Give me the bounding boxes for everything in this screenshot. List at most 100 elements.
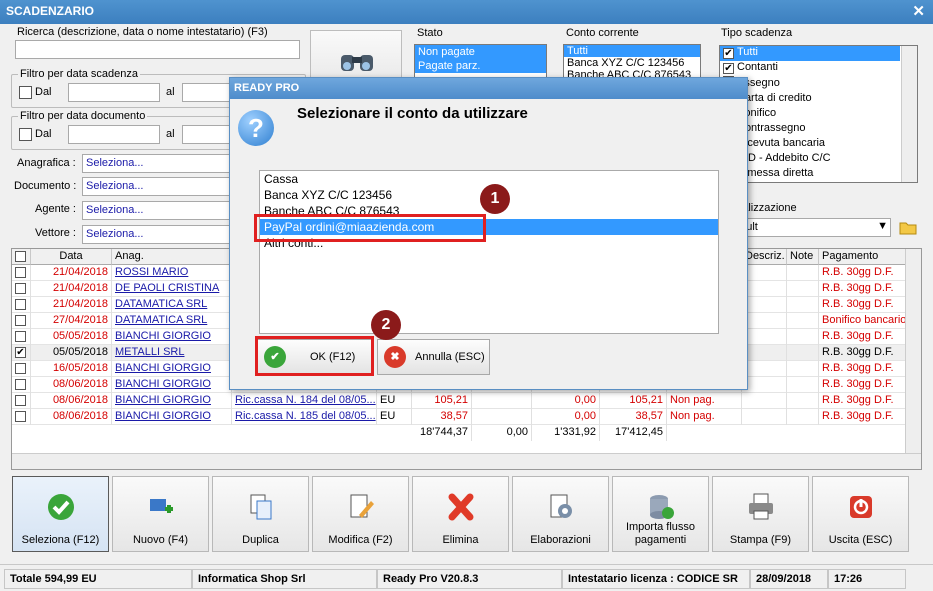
toolbar-button-printer[interactable]: Stampa (F9) — [712, 476, 809, 552]
close-icon[interactable]: ✕ — [912, 2, 925, 20]
duplicate-icon — [245, 491, 277, 526]
toolbar-button-label: Nuovo (F4) — [132, 534, 189, 546]
total-cell: 0,00 — [472, 425, 532, 441]
row-checkbox[interactable] — [15, 411, 26, 422]
documento-dal-input[interactable] — [68, 125, 160, 144]
table-cell: R.B. 30gg D.F. — [819, 265, 907, 281]
row-checkbox[interactable] — [15, 363, 26, 374]
grid-header-cell[interactable]: Anag. — [112, 249, 232, 265]
agente-combo[interactable]: Seleziona... — [82, 201, 232, 220]
filtro-scadenza-checkbox[interactable] — [19, 86, 32, 99]
grid-header-cell[interactable]: Pagamento — [819, 249, 907, 265]
tipo-checkbox[interactable]: ✔ — [723, 63, 734, 74]
table-cell — [12, 265, 31, 281]
stato-item[interactable]: Pagate parz. — [415, 59, 546, 73]
table-cell: R.B. 30gg D.F. — [819, 345, 907, 361]
scadenza-dal-input[interactable] — [68, 83, 160, 102]
conto-list[interactable]: Tutti Banca XYZ C/C 123456 Banche ABC C/… — [563, 44, 701, 78]
tipo-list[interactable]: ✔ Tutti ✔ Contanti Assegno Carta di credito Bo… — [719, 45, 918, 183]
status-totale: Totale 594,99 EU — [4, 569, 192, 589]
stato-list[interactable]: Non pagate Pagate parz. — [414, 44, 547, 78]
table-row[interactable]: 08/06/2018 BIANCHI GIORGIO Ric.cassa N. 18… — [12, 409, 907, 425]
toolbar-button-exit[interactable]: Uscita (ESC) — [812, 476, 909, 552]
tipo-item-label: Carta di credito — [737, 92, 812, 104]
tipo-checkbox[interactable]: ✔ — [723, 48, 734, 59]
filtro-scadenza-dal: Dal — [35, 86, 52, 98]
table-cell: METALLI SRL — [112, 345, 232, 361]
stato-title: Stato — [417, 27, 443, 39]
search-input[interactable] — [15, 40, 300, 59]
vettore-combo[interactable]: Seleziona... — [82, 225, 232, 244]
documento-combo[interactable]: Seleziona... — [82, 177, 232, 196]
select-all-checkbox[interactable] — [15, 251, 26, 262]
table-cell: DATAMATICA SRL — [112, 297, 232, 313]
table-cell: R.B. 30gg D.F. — [819, 409, 907, 425]
table-cell: 08/06/2018 — [31, 393, 112, 409]
tipo-title: Tipo scadenza — [721, 27, 793, 39]
table-cell — [787, 409, 819, 425]
filtro-scadenza-al: al — [166, 86, 175, 98]
tipo-item[interactable]: ✔ Contanti — [720, 61, 900, 76]
marker-1: 1 — [480, 184, 510, 214]
tipo-item-label: Contanti — [737, 61, 778, 73]
vettore-label: Vettore : — [35, 227, 76, 239]
table-cell — [787, 377, 819, 393]
row-checkbox[interactable] — [15, 299, 26, 310]
toolbar-button-delete[interactable]: Elimina — [412, 476, 509, 552]
toolbar-button-duplicate[interactable]: Duplica — [212, 476, 309, 552]
status-licenza: Intestatario licenza : CODICE SR — [562, 569, 750, 589]
grid-header-cell[interactable] — [12, 249, 31, 265]
folder-icon[interactable] — [897, 217, 919, 237]
table-cell: EU — [377, 393, 412, 409]
table-cell: BIANCHI GIORGIO — [112, 329, 232, 345]
tipo-scrollbar[interactable] — [901, 46, 917, 182]
tipo-item-label: RID - Addebito C/C — [737, 152, 831, 164]
table-cell — [787, 329, 819, 345]
status-bar: Totale 594,99 EU Informatica Shop Srl Re… — [0, 564, 933, 591]
row-checkbox[interactable] — [15, 283, 26, 294]
row-checkbox[interactable]: ✔ — [15, 347, 26, 358]
table-row[interactable]: 08/06/2018 BIANCHI GIORGIO Ric.cassa N. 18… — [12, 393, 907, 409]
table-cell: 08/06/2018 — [31, 409, 112, 425]
grid-header-cell[interactable]: Descriz. — [742, 249, 787, 265]
row-checkbox[interactable] — [15, 379, 26, 390]
cancel-button[interactable]: ✖ Annulla (ESC) — [377, 339, 490, 375]
filtro-documento-dal: Dal — [35, 128, 52, 140]
filtro-documento-al: al — [166, 128, 175, 140]
table-cell — [742, 345, 787, 361]
table-cell: BIANCHI GIORGIO — [112, 377, 232, 393]
row-checkbox[interactable] — [15, 395, 26, 406]
row-checkbox[interactable] — [15, 267, 26, 278]
status-date: 28/09/2018 — [750, 569, 828, 589]
toolbar-button-gear-doc[interactable]: Elaborazioni — [512, 476, 609, 552]
toolbar-button-new[interactable]: Nuovo (F4) — [112, 476, 209, 552]
table-cell: EU — [377, 409, 412, 425]
table-cell: DATAMATICA SRL — [112, 313, 232, 329]
row-checkbox[interactable] — [15, 331, 26, 342]
question-icon: ? — [238, 110, 274, 146]
conto-item[interactable]: Tutti — [564, 45, 700, 57]
total-cell: 17'412,45 — [600, 425, 667, 441]
row-checkbox[interactable] — [15, 315, 26, 326]
status-company: Informatica Shop Srl — [192, 569, 377, 589]
table-cell: R.B. 30gg D.F. — [819, 329, 907, 345]
table-cell — [12, 313, 31, 329]
filtro-documento-checkbox[interactable] — [19, 128, 32, 141]
grid-header-cell[interactable]: Note — [787, 249, 819, 265]
window-titlebar: SCADENZARIO — [0, 0, 933, 24]
table-cell — [742, 297, 787, 313]
toolbar-button-check[interactable]: Seleziona (F12) — [12, 476, 109, 552]
stato-item[interactable]: Non pagate — [415, 45, 546, 59]
grid-horizontal-scrollbar[interactable] — [12, 453, 921, 469]
conto-item[interactable]: Banca XYZ C/C 123456 — [564, 57, 700, 69]
grid-header-cell[interactable]: Data — [31, 249, 112, 265]
toolbar-button-database[interactable]: Importa flusso pagamenti — [612, 476, 709, 552]
tipo-item[interactable]: ✔ Tutti — [720, 46, 900, 61]
table-cell — [742, 409, 787, 425]
anagrafica-combo[interactable]: Seleziona... — [82, 154, 232, 173]
grid-vertical-scrollbar[interactable] — [905, 249, 921, 454]
toolbar-button-edit[interactable]: Modifica (F2) — [312, 476, 409, 552]
highlight-paypal — [254, 214, 486, 242]
tipo-item-label: Tutti — [737, 46, 758, 58]
table-cell — [787, 265, 819, 281]
